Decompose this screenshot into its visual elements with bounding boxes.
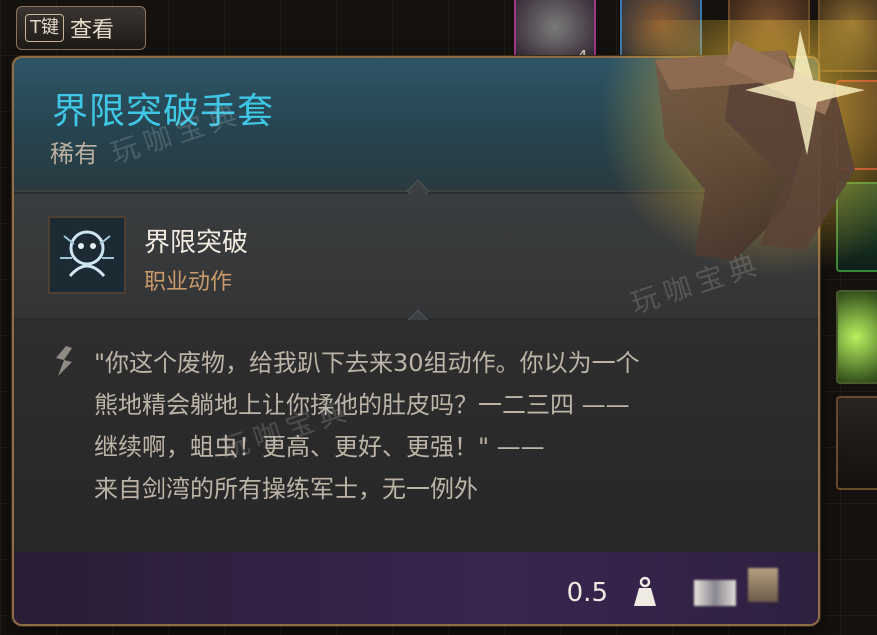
quote-marker-icon <box>56 346 72 376</box>
hotkey-key: T键 <box>25 14 64 42</box>
action-title: 界限突破 <box>144 228 249 258</box>
tooltip-footer: 0.5 <box>14 552 818 624</box>
inventory-slot-right-3[interactable] <box>836 290 877 384</box>
flavor-text-area: "你这个废物，给我趴下去来30组动作。你以为一个 熊地精会躺地上让你揉他的肚皮吗… <box>14 320 818 556</box>
item-rarity: 稀有 <box>50 140 98 168</box>
item-name: 界限突破手套 <box>52 91 275 132</box>
hotkey-label: 查看 <box>70 18 115 43</box>
redacted-value <box>694 580 736 606</box>
redacted-icon <box>748 568 778 602</box>
flavor-text: "你这个废物，给我趴下去来30组动作。你以为一个 熊地精会躺地上让你揉他的肚皮吗… <box>94 349 640 503</box>
inspect-hotkey-hint[interactable]: T键 查看 <box>16 6 146 50</box>
gloves-item-art <box>585 20 877 290</box>
item-weight: 0.5 <box>566 578 608 608</box>
action-class-icon <box>48 216 126 294</box>
weight-icon <box>634 576 656 606</box>
action-subtitle: 职业动作 <box>144 270 233 295</box>
inventory-slot-right-4[interactable] <box>836 396 877 490</box>
